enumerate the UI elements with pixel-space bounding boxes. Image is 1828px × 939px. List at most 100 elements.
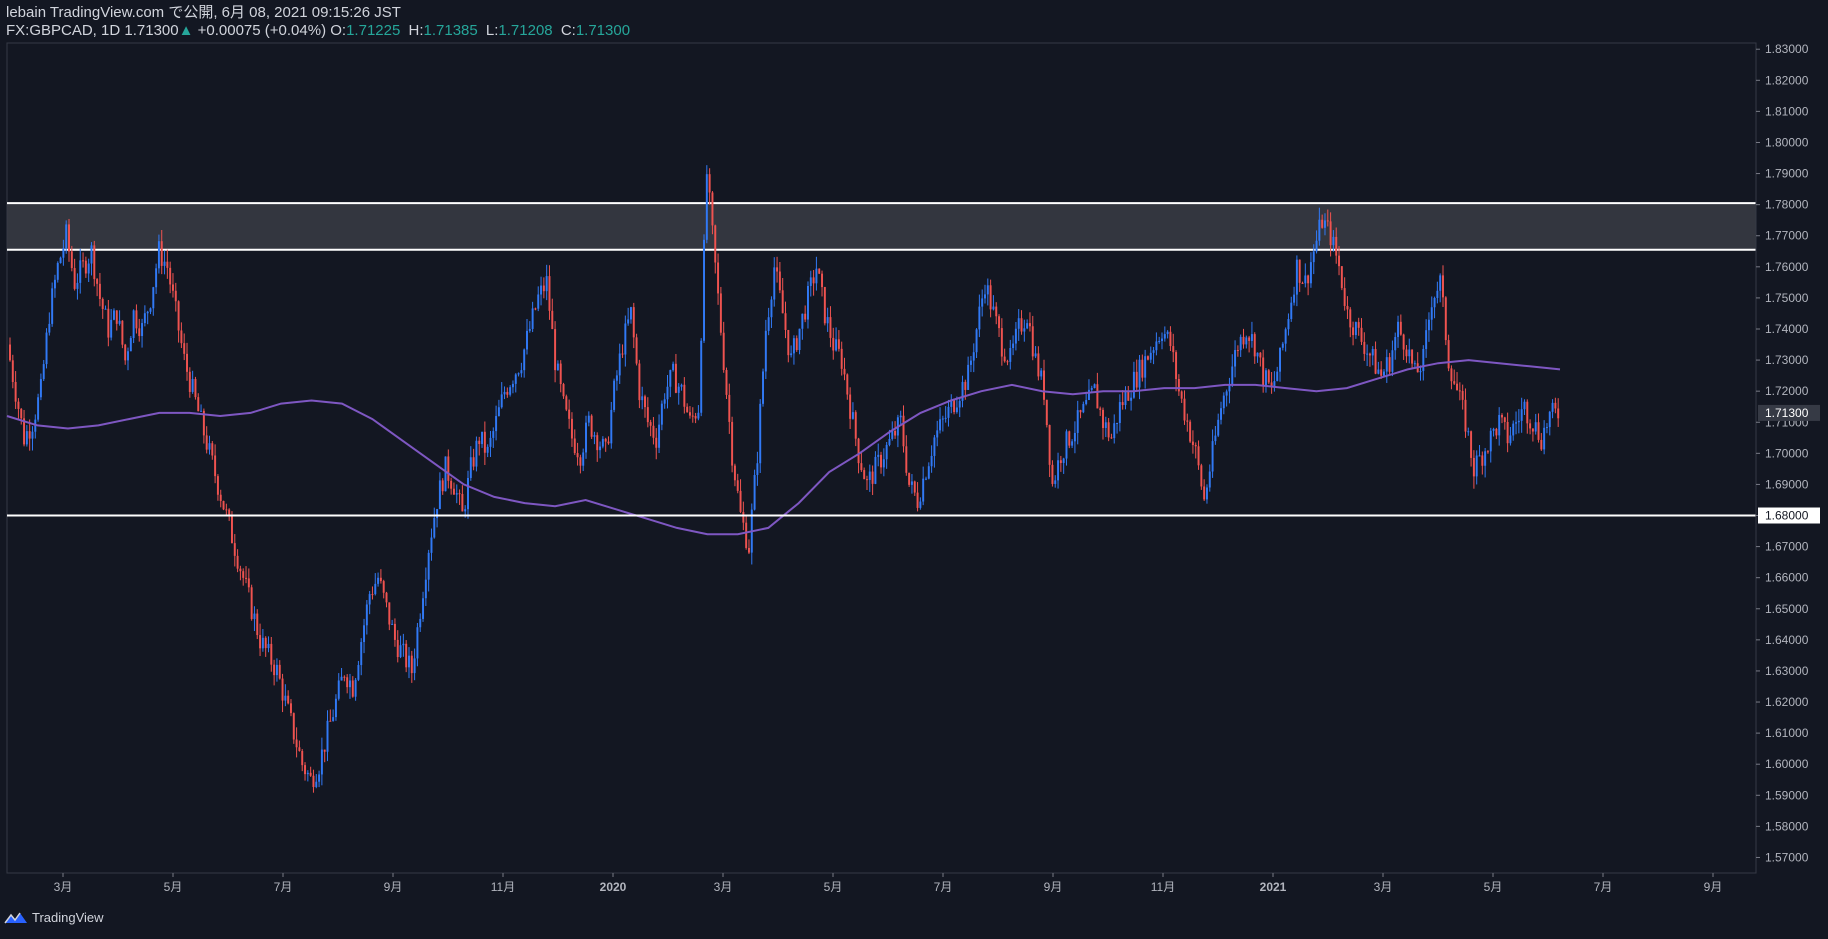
candle[interactable] — [882, 448, 885, 477]
candle[interactable] — [868, 464, 871, 492]
candle[interactable] — [1099, 406, 1102, 417]
candle[interactable] — [953, 398, 956, 415]
candle[interactable] — [1124, 386, 1127, 410]
candle[interactable] — [1307, 274, 1310, 296]
candle[interactable] — [188, 367, 191, 398]
candle[interactable] — [975, 328, 978, 359]
candle[interactable] — [972, 343, 975, 373]
candle[interactable] — [141, 318, 144, 348]
candle[interactable] — [1132, 361, 1135, 399]
moving-average[interactable] — [6, 359, 1561, 536]
candle[interactable] — [632, 302, 635, 349]
candle[interactable] — [135, 304, 138, 334]
candle[interactable] — [393, 618, 396, 647]
candle[interactable] — [582, 448, 585, 472]
candle[interactable] — [697, 405, 700, 421]
candle[interactable] — [334, 694, 337, 721]
candle[interactable] — [1523, 399, 1526, 415]
candle[interactable] — [1354, 321, 1357, 339]
candle[interactable] — [1529, 419, 1532, 435]
candle[interactable] — [1509, 426, 1512, 446]
candle[interactable] — [31, 426, 34, 451]
candle[interactable] — [186, 342, 188, 381]
candle[interactable] — [545, 264, 548, 301]
candle[interactable] — [1281, 341, 1284, 351]
candle[interactable] — [1374, 341, 1377, 375]
candle[interactable] — [1130, 392, 1133, 411]
candle[interactable] — [481, 431, 484, 448]
candle[interactable] — [1054, 475, 1057, 488]
candle[interactable] — [1408, 338, 1411, 364]
candle[interactable] — [1189, 419, 1192, 444]
candle[interactable] — [565, 394, 568, 412]
candle[interactable] — [1545, 423, 1548, 434]
candle[interactable] — [809, 270, 812, 297]
candle[interactable] — [613, 378, 616, 413]
candle[interactable] — [416, 622, 419, 667]
candle[interactable] — [585, 415, 587, 459]
candle[interactable] — [1017, 309, 1020, 341]
candle[interactable] — [427, 549, 430, 592]
candle[interactable] — [778, 261, 781, 294]
candle[interactable] — [1444, 296, 1447, 346]
candle[interactable] — [1259, 352, 1262, 367]
candle[interactable] — [475, 436, 478, 472]
candle[interactable] — [1248, 335, 1251, 353]
candle[interactable] — [638, 359, 641, 409]
candle[interactable] — [826, 307, 829, 332]
candle[interactable] — [98, 272, 101, 307]
candle[interactable] — [871, 465, 874, 496]
candle[interactable] — [728, 383, 731, 434]
candle[interactable] — [644, 394, 646, 418]
candle[interactable] — [739, 479, 742, 514]
candle[interactable] — [843, 357, 846, 381]
candle[interactable] — [601, 436, 604, 449]
candle[interactable] — [270, 636, 273, 672]
candle[interactable] — [725, 367, 728, 400]
candle[interactable] — [1220, 401, 1222, 425]
candle[interactable] — [441, 478, 444, 495]
candle[interactable] — [129, 335, 132, 352]
candle[interactable] — [281, 673, 284, 713]
candle[interactable] — [759, 399, 762, 474]
candle[interactable] — [298, 740, 301, 752]
candle[interactable] — [1526, 399, 1529, 434]
candle[interactable] — [1486, 450, 1489, 454]
candle[interactable] — [722, 321, 725, 373]
candle[interactable] — [1537, 413, 1540, 443]
candle[interactable] — [1135, 359, 1138, 392]
candle[interactable] — [382, 579, 385, 599]
candle[interactable] — [1472, 450, 1475, 489]
candle[interactable] — [593, 431, 596, 445]
candle[interactable] — [607, 436, 610, 445]
candle[interactable] — [1543, 420, 1546, 455]
candle[interactable] — [703, 234, 705, 343]
candle[interactable] — [905, 435, 908, 476]
candle[interactable] — [1026, 319, 1029, 330]
candle[interactable] — [337, 673, 340, 701]
candle[interactable] — [315, 774, 318, 789]
candle[interactable] — [1360, 318, 1363, 346]
candle[interactable] — [762, 368, 765, 407]
candle[interactable] — [1177, 374, 1180, 396]
candle[interactable] — [1366, 344, 1369, 367]
candle[interactable] — [514, 373, 517, 393]
candle[interactable] — [396, 630, 399, 663]
candle[interactable] — [1073, 421, 1076, 454]
candle[interactable] — [351, 676, 354, 698]
candle[interactable] — [371, 586, 374, 600]
candle[interactable] — [1090, 385, 1093, 392]
candle[interactable] — [1416, 352, 1419, 373]
candle[interactable] — [596, 432, 599, 462]
candle[interactable] — [1548, 410, 1551, 436]
candle[interactable] — [1031, 315, 1034, 361]
candle[interactable] — [1076, 400, 1079, 445]
candle[interactable] — [652, 417, 655, 445]
candle[interactable] — [981, 289, 984, 317]
candle[interactable] — [896, 414, 899, 448]
candle[interactable] — [169, 261, 172, 294]
candle[interactable] — [1236, 345, 1239, 357]
resistance-zone[interactable] — [7, 202, 1756, 251]
candle[interactable] — [438, 472, 441, 510]
candle[interactable] — [45, 328, 48, 369]
